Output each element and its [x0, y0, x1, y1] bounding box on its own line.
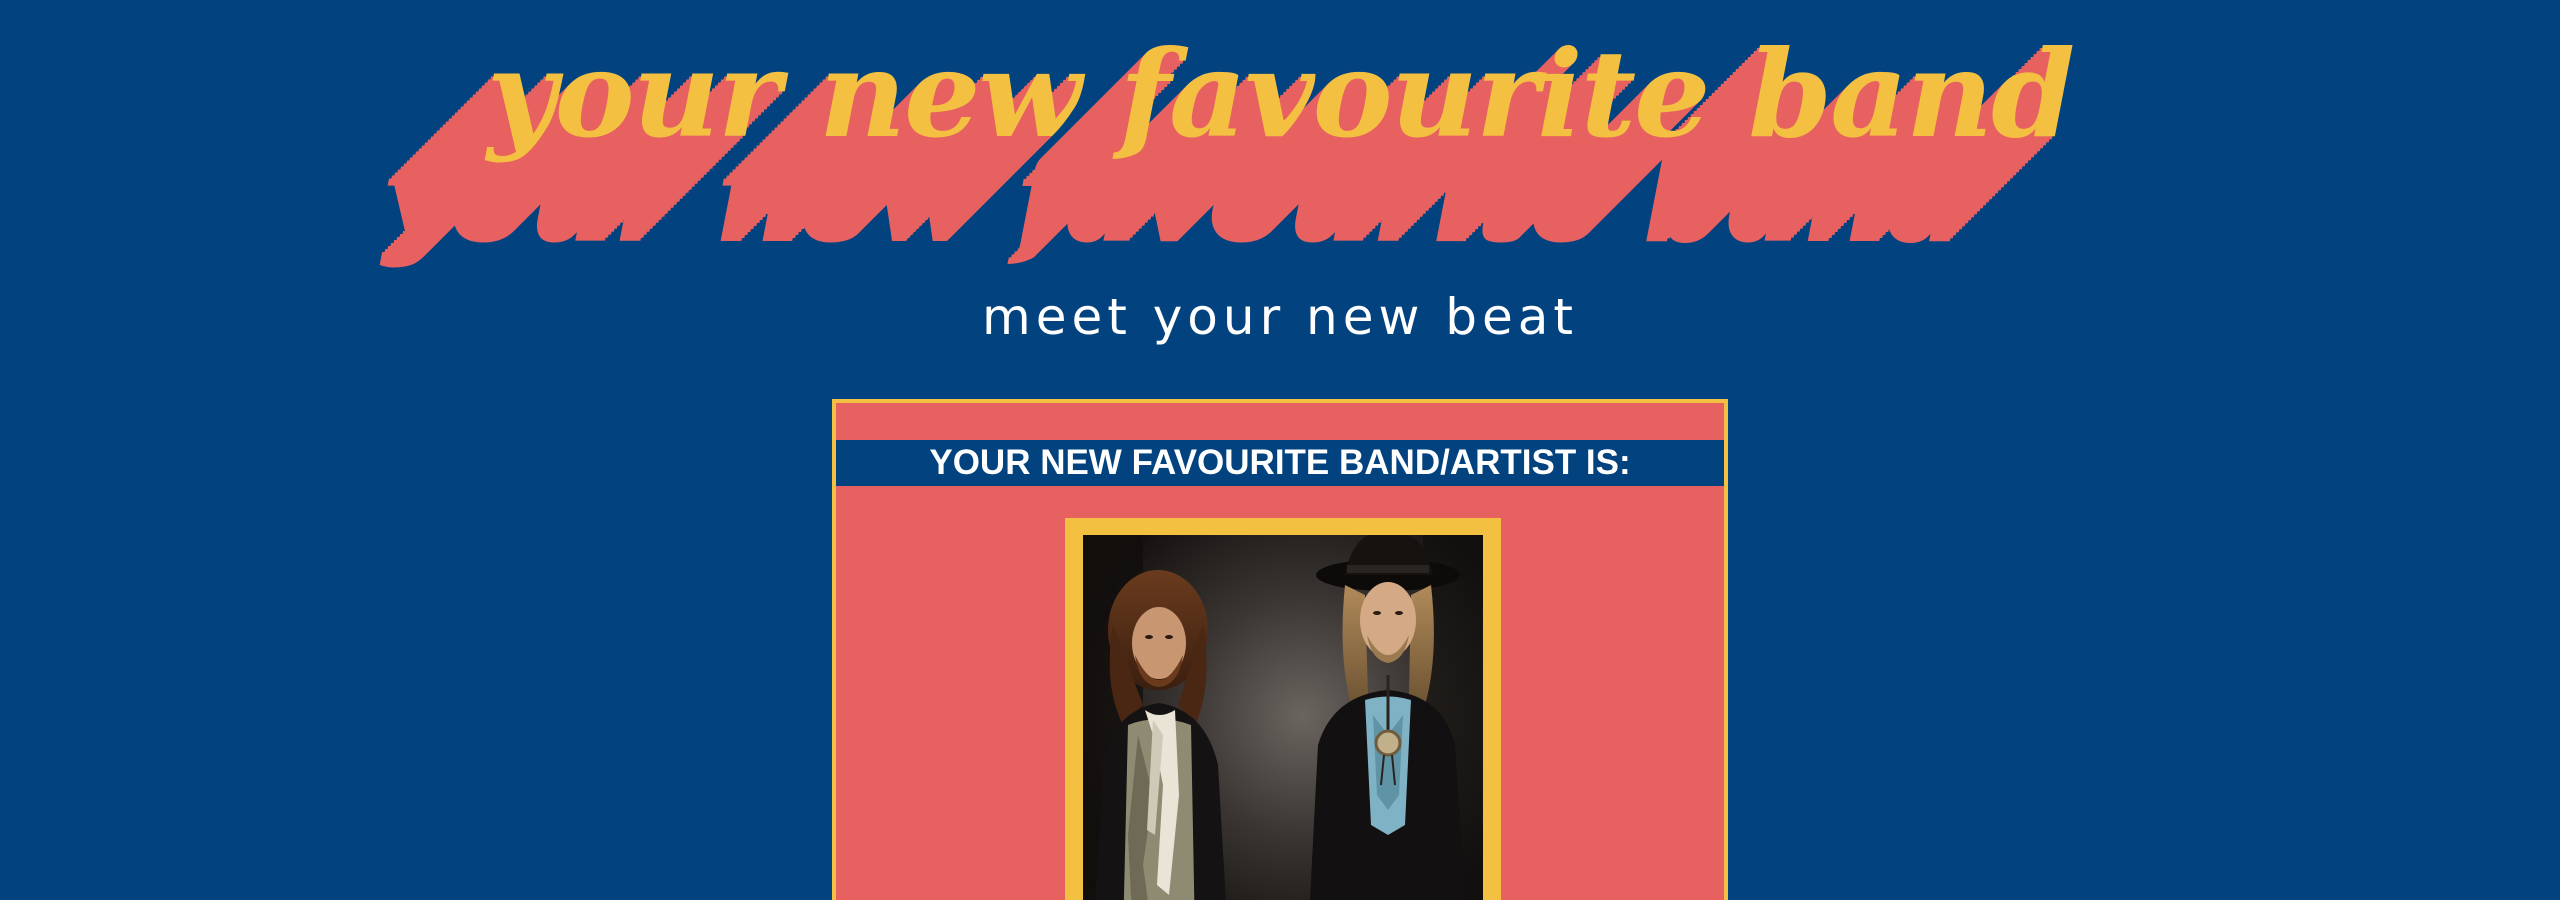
band-photo[interactable]: [1083, 535, 1483, 900]
hero-subtitle: meet your new beat: [981, 288, 1579, 346]
page: your new favourite band meet your new be…: [0, 0, 2560, 900]
hero-title: your new favourite band: [486, 24, 2075, 165]
result-heading: YOUR NEW FAVOURITE BAND/ARTIST IS:: [929, 443, 1631, 482]
hero-header: your new favourite band meet your new be…: [0, 0, 2560, 346]
result-heading-bar: YOUR NEW FAVOURITE BAND/ARTIST IS:: [836, 440, 1724, 486]
band-photo-frame: [1065, 518, 1501, 900]
result-card: YOUR NEW FAVOURITE BAND/ARTIST IS:: [832, 399, 1728, 900]
